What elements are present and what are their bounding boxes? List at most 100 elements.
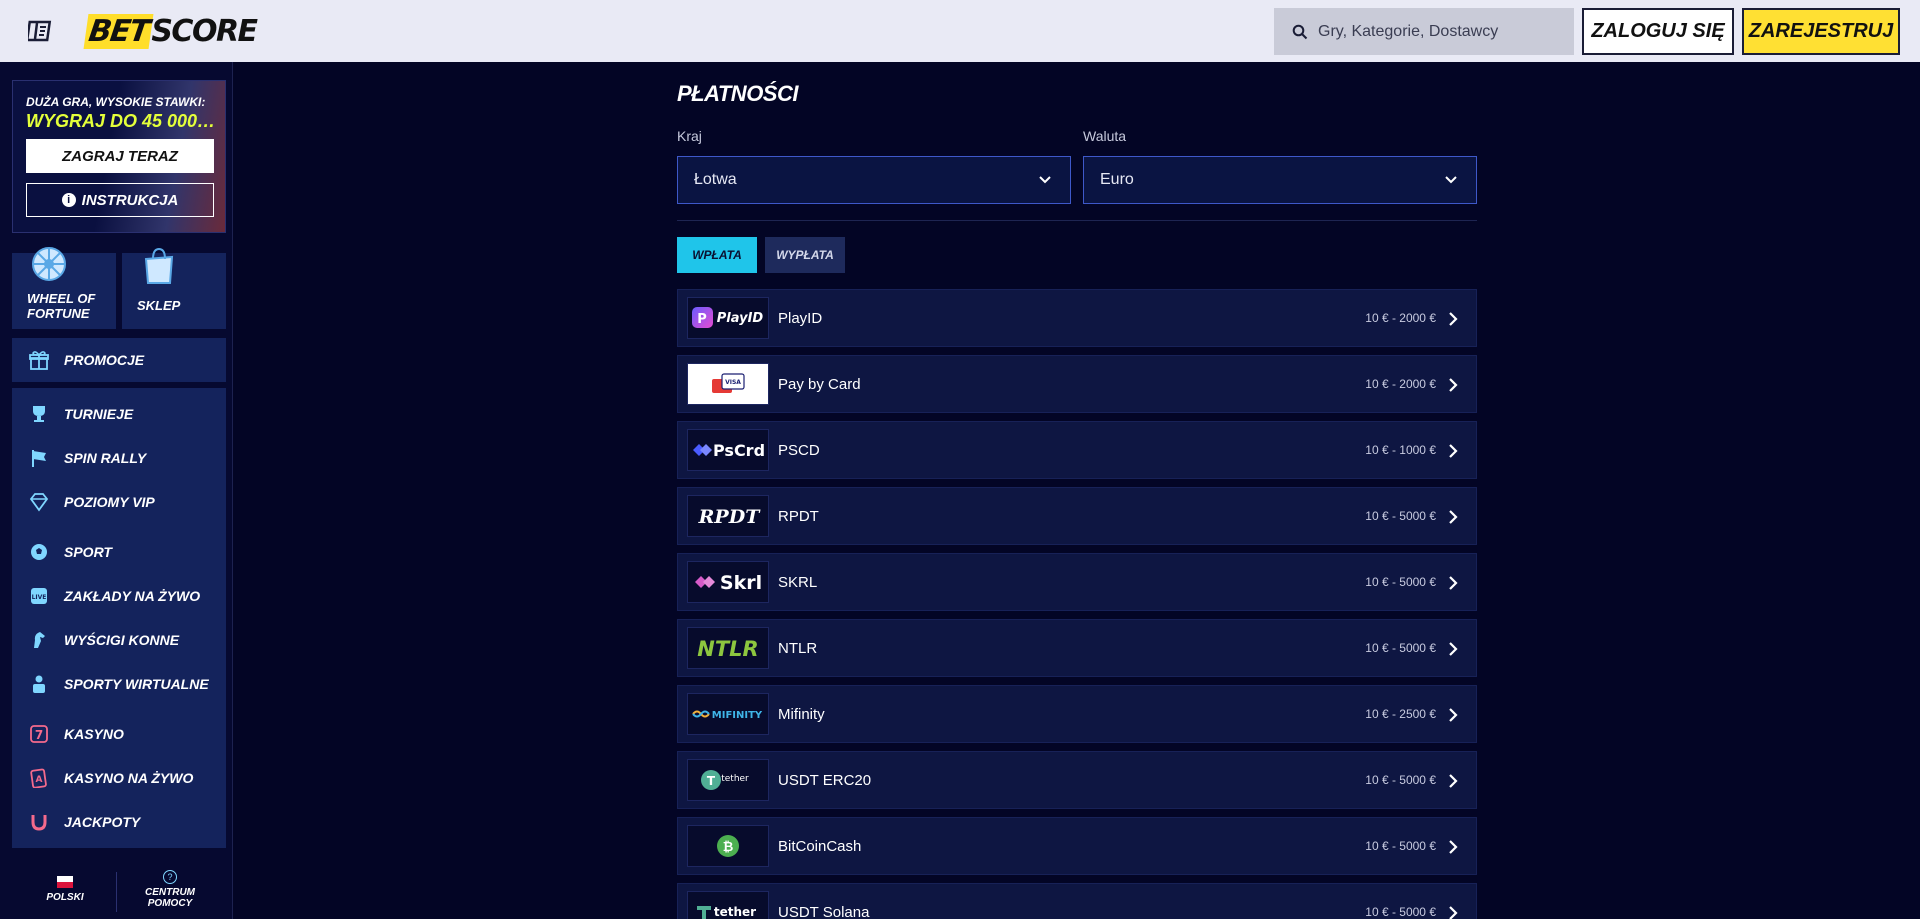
sidebar-footer: POLSKI ? CENTRUM POMOCY [0,862,233,919]
sidebar-item-spin-rally[interactable]: SPIN RALLY [12,436,226,480]
card-logo: VISA [687,363,769,405]
method-limits: 10 € - 5000 € [1365,839,1436,853]
sidebar-item-label: WYŚCIGI KONNE [64,632,180,648]
instructions-button[interactable]: i INSTRUKCJA [26,183,214,217]
sidebar-item-sport[interactable]: SPORT [12,530,226,574]
method-limits: 10 € - 2000 € [1365,377,1436,391]
brand-logo-score: SCORE [151,13,258,49]
pscrd-logo-text: PsCrd [713,441,765,460]
wheel-of-fortune-tile[interactable]: WHEEL OF FORTUNE [12,247,116,329]
payment-method-row[interactable]: NTLR NTLR 10 € - 5000 € [677,619,1477,677]
shopping-bag-icon [140,245,178,290]
svg-text:P: P [697,312,707,327]
sidebar-item-virtual-sports[interactable]: SPORTY WIRTUALNE [12,662,226,706]
currency-select[interactable]: Euro [1083,156,1477,204]
sidebar-item-jackpots[interactable]: JACKPOTY [12,800,226,844]
horse-icon [28,629,50,651]
login-button[interactable]: ZALOGUJ SIĘ [1582,8,1734,55]
search-box[interactable] [1274,8,1574,55]
help-center-line2: POMOCY [147,898,193,909]
brand-logo-bet: BET [83,13,154,49]
search-input[interactable] [1318,22,1558,41]
chevron-down-icon [1445,176,1457,184]
sidebar-item-label: JACKPOTY [64,814,141,830]
ntlr-logo: NTLR [687,627,769,669]
wheel-of-fortune-label: WHEEL OF FORTUNE [27,291,96,321]
sidebar-item-label: SPORT [64,544,112,560]
sidebar-item-horse-racing[interactable]: WYŚCIGI KONNE [12,618,226,662]
method-name: RPDT [778,507,819,525]
chevron-right-icon [1449,906,1458,919]
payment-method-row[interactable]: RPDT RPDT 10 € - 5000 € [677,487,1477,545]
chevron-down-icon [1039,176,1051,184]
card-icon: A [28,767,50,789]
sidebar: DUŻA GRA, WYSOKIE STAWKI: WYGRAJ DO 45 0… [0,62,233,919]
tab-deposit[interactable]: WPŁATA [677,237,757,273]
payment-method-row[interactable]: MIFINITY Mifinity 10 € - 2500 € [677,685,1477,743]
sidebar-toggle-icon[interactable] [25,20,52,42]
bitcoincash-logo-text: ₿ [723,840,734,855]
rpdt-logo-text: RPDT [698,506,762,528]
chevron-right-icon [1449,444,1458,458]
tether-solana-logo: tether [687,891,769,919]
sidebar-item-live-casino[interactable]: A KASYNO NA ŻYWO [12,756,226,800]
method-limits: 10 € - 1000 € [1365,443,1436,457]
currency-label: Waluta [1083,128,1127,144]
payment-method-row[interactable]: P PlayID PlayID 10 € - 2000 € [677,289,1477,347]
country-select[interactable]: Łotwa [677,156,1071,204]
method-limits: 10 € - 5000 € [1365,509,1436,523]
tether-erc20-logo: Ttether [687,759,769,801]
top-header: BETSCORE ZALOGUJ SIĘ ZAREJESTRUJ [0,0,1920,62]
chevron-right-icon [1449,510,1458,524]
chevron-right-icon [1449,642,1458,656]
promo-banner[interactable]: DUŻA GRA, WYSOKIE STAWKI: WYGRAJ DO 45 0… [12,80,226,233]
method-limits: 10 € - 2500 € [1365,707,1436,721]
sidebar-item-vip-levels[interactable]: POZIOMY VIP [12,480,226,524]
help-center-line1: CENTRUM [145,887,195,898]
live-icon: LIVE [28,585,50,607]
rpdt-logo: RPDT [687,495,769,537]
info-icon: i [61,193,76,207]
chevron-right-icon [1449,840,1458,854]
promo-headline: DUŻA GRA, WYSOKIE STAWKI: [26,95,206,109]
sidebar-item-promocje[interactable]: PROMOCJE [12,338,226,382]
playid-logo-text: PlayID [717,311,764,326]
method-name: USDT Solana [778,903,870,919]
play-now-button[interactable]: ZAGRAJ TERAZ [26,139,214,173]
method-limits: 10 € - 5000 € [1365,773,1436,787]
payment-method-row[interactable]: VISA Pay by Card 10 € - 2000 € [677,355,1477,413]
payment-method-row[interactable]: ₿ BitCoinCash 10 € - 5000 € [677,817,1477,875]
flag-icon [28,447,50,469]
tab-withdrawal[interactable]: WYPŁATA [765,237,845,273]
poland-flag-icon [57,876,73,888]
sidebar-item-label: SPORTY WIRTUALNE [64,676,209,692]
payment-method-row[interactable]: tether USDT Solana 10 € - 5000 € [677,883,1477,919]
nav-group-casino: 7 KASYNO A KASYNO NA ŻYWO JACKPOTY [12,708,226,848]
payment-method-row[interactable]: Skrl SKRL 10 € - 5000 € [677,553,1477,611]
shop-label: SKLEP [137,298,181,313]
country-label: Kraj [677,128,702,144]
soccer-ball-icon [28,541,50,563]
sidebar-item-label: POZIOMY VIP [64,494,155,510]
language-selector[interactable]: POLSKI [30,876,100,903]
help-center-link[interactable]: ? CENTRUM POMOCY [135,870,205,909]
sidebar-item-label: TURNIEJE [64,406,134,422]
sidebar-item-turnieje[interactable]: TURNIEJE [12,392,226,436]
tether-erc20-logo-text: tether [721,774,749,784]
register-button[interactable]: ZAREJESTRUJ [1742,8,1900,55]
gift-icon [28,349,50,371]
pscrd-logo: PsCrd [687,429,769,471]
ntlr-logo-text: NTLR [697,637,758,661]
shop-tile[interactable]: SKLEP [122,247,226,329]
brand-logo[interactable]: BET SCORE [83,12,258,50]
sidebar-item-casino[interactable]: 7 KASYNO [12,712,226,756]
chevron-right-icon [1449,576,1458,590]
payment-method-row[interactable]: Ttether USDT ERC20 10 € - 5000 € [677,751,1477,809]
method-limits: 10 € - 5000 € [1365,575,1436,589]
nav-group-rewards: TURNIEJE SPIN RALLY POZIOMY VIP [12,388,226,528]
visa-logo-text: VISA [725,379,741,386]
payment-methods-list: P PlayID PlayID 10 € - 2000 € VISA Pay by… [677,289,1477,919]
sidebar-item-live-betting[interactable]: LIVE ZAKŁADY NA ŻYWO [12,574,226,618]
sidebar-item-label: KASYNO NA ŻYWO [64,770,194,786]
payment-method-row[interactable]: PsCrd PSCD 10 € - 1000 € [677,421,1477,479]
